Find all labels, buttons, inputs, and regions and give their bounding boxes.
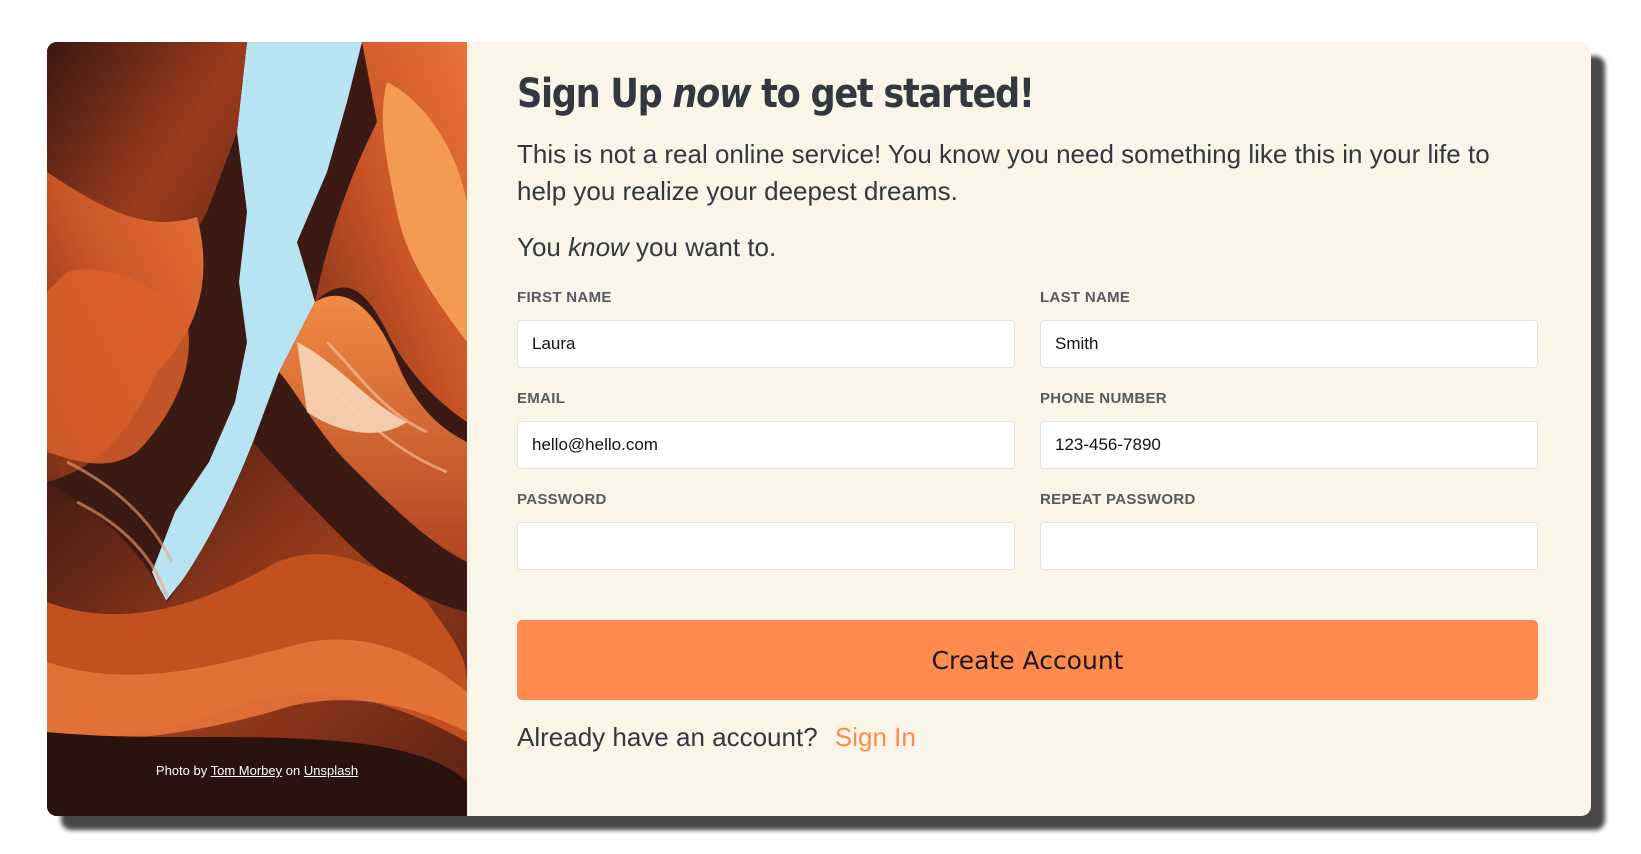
signin-link[interactable]: Sign In [835,722,916,752]
password-field: PASSWORD [517,491,1015,592]
phone-input[interactable] [1040,421,1538,469]
sub-emphasis: know [568,232,629,262]
intro-text: This is not a real online service! You k… [517,139,1490,206]
last-name-field: LAST NAME [1040,289,1538,390]
signup-card: Photo by Tom Morbey on Unsplash Sign Up … [47,42,1591,816]
sub-text: You know you want to. [517,232,1541,263]
title-start: Sign Up [517,71,663,117]
phone-label: PHONE NUMBER [1040,390,1167,407]
last-name-label: LAST NAME [1040,289,1131,306]
repeat-password-field: REPEAT PASSWORD [1040,491,1538,592]
canyon-illustration [47,42,467,816]
email-field: EMAIL [517,390,1015,491]
signup-form: FIRST NAME LAST NAME EMAIL PHONE NUMBER … [517,289,1541,592]
credit-prefix: Photo by [155,763,208,778]
first-name-label: FIRST NAME [517,289,612,306]
last-name-input[interactable] [1040,320,1538,368]
photo-credit: Photo by Tom Morbey on Unsplash [47,763,467,778]
canyon-photo: Photo by Tom Morbey on Unsplash [47,42,467,816]
repeat-password-input[interactable] [1040,522,1538,570]
credit-middle: on [285,763,301,778]
sub-end: you want to. [636,232,777,262]
first-name-input[interactable] [517,320,1015,368]
sub-start: You [517,232,561,262]
password-label: PASSWORD [517,491,607,508]
credit-author-link[interactable]: Tom Morbey [211,763,283,778]
first-name-field: FIRST NAME [517,289,1015,390]
page-title: Sign Up now to get started! [517,68,1418,120]
password-input[interactable] [517,522,1015,570]
phone-field: PHONE NUMBER [1040,390,1538,491]
signup-panel: Sign Up now to get started! This is not … [467,42,1591,816]
signin-prompt: Already have an account? [517,722,818,752]
email-input[interactable] [517,421,1015,469]
title-end: to get started! [761,71,1035,117]
create-account-button[interactable]: Create Account [517,620,1538,700]
repeat-password-label: REPEAT PASSWORD [1040,491,1196,508]
signin-row: Already have an account? Sign In [517,722,1541,753]
title-emphasis: now [672,71,751,117]
email-label: EMAIL [517,390,566,407]
credit-site-link[interactable]: Unsplash [304,763,358,778]
